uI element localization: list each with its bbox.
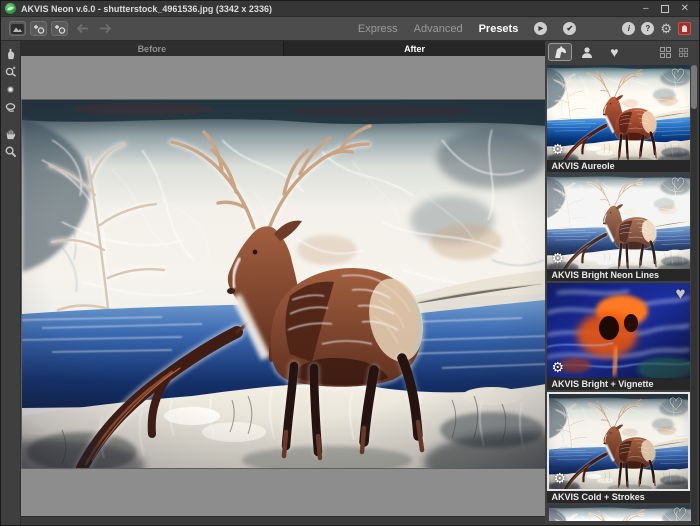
hand-tool[interactable] <box>2 125 18 141</box>
export-presets-button[interactable] <box>51 21 68 36</box>
favorite-heart-icon[interactable]: ♡ <box>670 68 685 83</box>
presets-panel-header: ♥ <box>545 41 699 63</box>
close-icon[interactable]: ✕ <box>681 4 689 14</box>
preset-name: AKVIS Aureole <box>547 160 690 172</box>
buy-shield-icon <box>682 25 687 32</box>
preset-item-cold-strokes[interactable]: ♡ ⚙ AKVIS Cold + Strokes <box>547 392 690 503</box>
preset-item-bright-vignette[interactable]: ♥ ⚙ AKVIS Bright + Vignette <box>547 283 690 390</box>
favorites-filter-button[interactable]: ♥ <box>602 43 626 61</box>
apply-button[interactable]: ✔ <box>563 22 576 35</box>
tab-before[interactable]: Before <box>21 41 284 56</box>
info-button[interactable]: i <box>622 22 635 35</box>
settings-gear-icon[interactable]: ⚙ <box>660 22 672 35</box>
history-brush-tool[interactable] <box>2 63 18 79</box>
thumbnail-size-small-icon[interactable] <box>679 48 688 57</box>
scrollbar-thumb[interactable] <box>691 65 697 109</box>
preset-item-bright-neon-lines[interactable]: ♡ ⚙ AKVIS Bright Neon Lines <box>547 174 690 281</box>
preset-settings-gear-icon[interactable]: ⚙ <box>551 361 564 374</box>
tab-presets[interactable]: Presets <box>479 23 519 35</box>
blur-tool[interactable] <box>2 81 18 97</box>
tab-after[interactable]: After <box>284 41 546 56</box>
preset-list: ♡ ⚙ AKVIS Aureole ♡ ⚙ AKVIS Bright Neon … <box>545 63 699 521</box>
presets-scrollbar[interactable] <box>691 65 697 524</box>
preset-settings-gear-icon[interactable]: ⚙ <box>551 143 564 156</box>
preset-name: AKVIS Bright + Vignette <box>547 378 690 390</box>
favorite-heart-icon[interactable]: ♡ <box>670 177 685 192</box>
favorite-heart-icon[interactable]: ♡ <box>672 507 687 521</box>
maximize-icon[interactable] <box>661 5 669 13</box>
favorite-heart-icon[interactable]: ♡ <box>668 397 683 412</box>
thumbnail-size-large-icon[interactable] <box>660 47 671 58</box>
run-button[interactable]: ▶ <box>534 22 547 35</box>
image-canvas <box>21 56 546 516</box>
app-logo-icon <box>5 3 16 14</box>
smudge-tool[interactable] <box>2 99 18 115</box>
open-image-button[interactable] <box>9 21 26 36</box>
user-presets-filter-button[interactable] <box>575 43 599 61</box>
window-title: AKVIS Neon v.6.0 - shutterstock_4961536.… <box>21 4 272 14</box>
preset-name: AKVIS Bright Neon Lines <box>547 269 690 281</box>
zoom-tool[interactable] <box>2 143 18 159</box>
undo-arrow-icon[interactable] <box>77 20 89 38</box>
preset-item-partial[interactable]: ♡ <box>549 505 692 521</box>
app-window: AKVIS Neon v.6.0 - shutterstock_4961536.… <box>0 0 700 526</box>
buy-button[interactable] <box>678 22 691 35</box>
akvis-presets-filter-button[interactable] <box>548 43 572 61</box>
minimize-icon[interactable]: – <box>643 4 649 14</box>
preset-item-aureole[interactable]: ♡ ⚙ AKVIS Aureole <box>547 65 690 172</box>
tab-advanced[interactable]: Advanced <box>414 23 463 35</box>
preset-name: AKVIS Cold + Strokes <box>547 491 690 503</box>
window-bottom-edge <box>21 516 546 526</box>
preset-settings-gear-icon[interactable]: ⚙ <box>551 252 564 265</box>
quick-preview-tool[interactable] <box>2 45 18 61</box>
help-button[interactable]: ? <box>641 22 654 35</box>
before-after-tabs: Before After <box>21 41 546 56</box>
favorite-heart-icon[interactable]: ♥ <box>675 286 685 301</box>
redo-arrow-icon[interactable] <box>99 20 111 38</box>
tools-sidebar <box>1 41 21 526</box>
tab-express[interactable]: Express <box>358 23 398 35</box>
import-presets-button[interactable] <box>30 21 47 36</box>
presets-panel: ♥ ♡ ⚙ AKVIS Aureole <box>545 41 699 526</box>
result-image[interactable] <box>22 100 546 468</box>
main-toolbar: Express Advanced Presets ▶ ✔ i ? ⚙ <box>1 17 699 41</box>
heart-icon: ♥ <box>610 44 618 60</box>
preset-settings-gear-icon[interactable]: ⚙ <box>553 472 566 485</box>
title-bar: AKVIS Neon v.6.0 - shutterstock_4961536.… <box>1 1 699 17</box>
